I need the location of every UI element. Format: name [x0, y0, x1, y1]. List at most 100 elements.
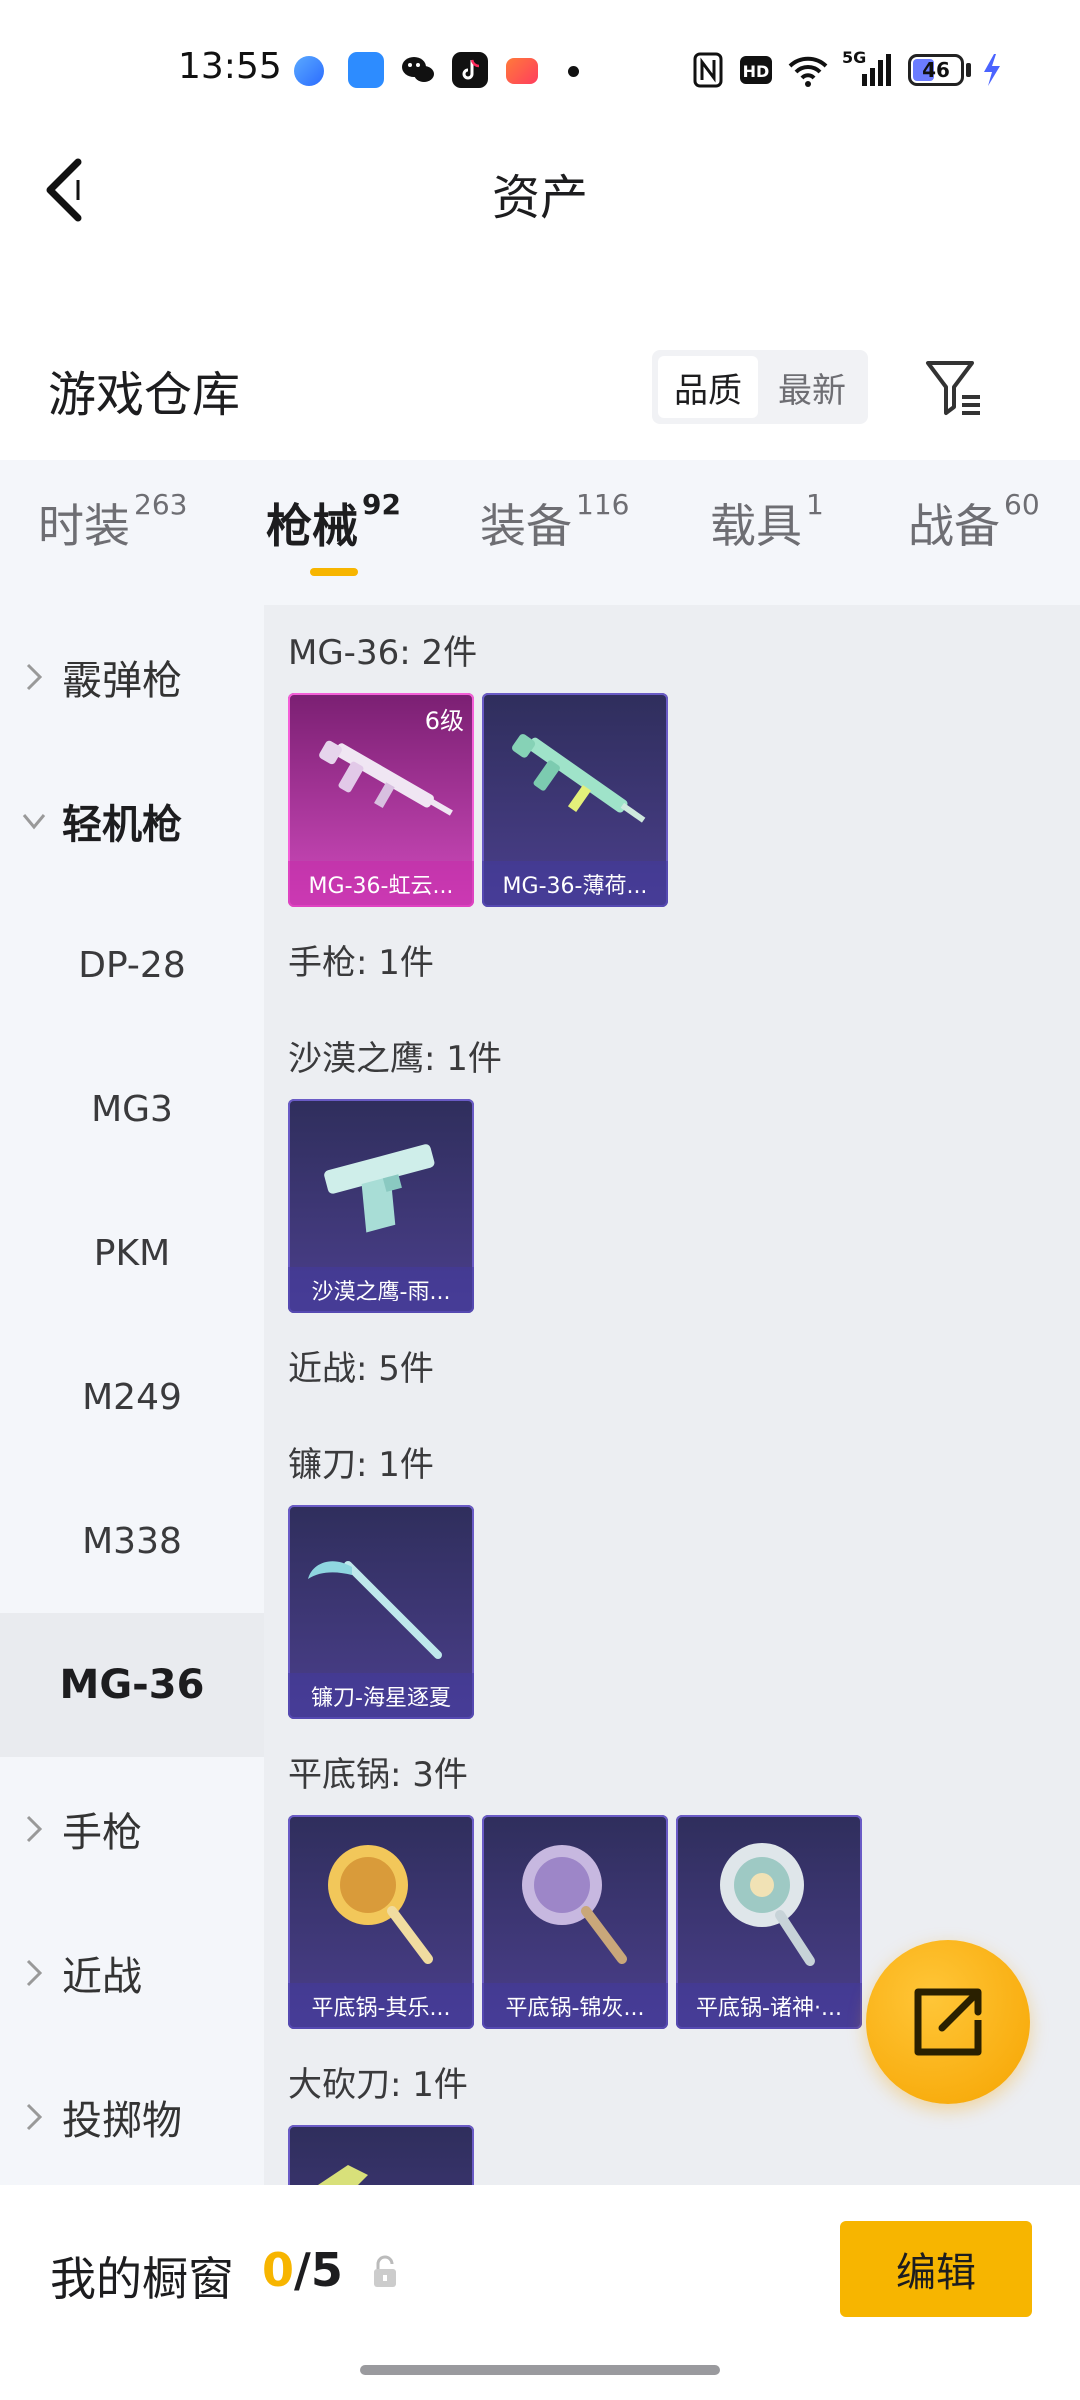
category-sidebar: 霰弹枪 轻机枪 DP-28 MG3 PKM M249 M338 MG-36 手枪…: [0, 605, 264, 2185]
sidebar-item-label: DP-28: [78, 944, 186, 986]
showcase-label: 我的橱窗: [50, 2252, 234, 2306]
battery-cap: [966, 63, 971, 77]
calendar-notification-icon: [348, 52, 384, 88]
item-card[interactable]: 镰刀-海星逐夏: [288, 1505, 474, 1719]
share-icon: [914, 1988, 982, 2056]
item-card[interactable]: 6级 MG-36-虹云...: [288, 693, 474, 907]
tab-count: 263: [134, 488, 188, 521]
chevron-right-icon: [26, 2103, 43, 2131]
sidebar-item-melee[interactable]: 近战: [0, 1901, 264, 2045]
app-notification-icon: [294, 56, 324, 86]
showcase-total: /5: [294, 2243, 343, 2297]
tab-equipment[interactable]: 装备 116: [480, 488, 630, 556]
sort-toggle: 品质 最新: [652, 350, 868, 424]
sidebar-item-mg36[interactable]: MG-36: [0, 1613, 264, 1757]
item-name: 平底锅-其乐...: [288, 1983, 474, 2029]
chevron-right-icon: [26, 1815, 43, 1843]
item-card[interactable]: 平底锅-锦灰...: [482, 1815, 668, 2029]
edit-button[interactable]: 编辑: [840, 2221, 1032, 2317]
item-card[interactable]: 平底锅-诸神·...: [676, 1815, 862, 2029]
showcase-count: 0/5: [262, 2243, 343, 2297]
tab-count: 116: [576, 488, 630, 521]
more-notifications-dot: [568, 66, 579, 77]
sidebar-item-shotgun[interactable]: 霰弹枪: [0, 605, 264, 749]
sidebar-item-label: M249: [82, 1376, 182, 1418]
item-name: 平底锅-锦灰...: [482, 1983, 668, 2029]
item-name: 镰刀-海星逐夏: [288, 1673, 474, 1719]
pan-skin-icon: [522, 1845, 627, 1964]
sidebar-item-pkm[interactable]: PKM: [0, 1181, 264, 1325]
sickle-skin-icon: [308, 1561, 442, 1659]
category-tabs: 时装 263 枪械 92 装备 116 载具 1 战备 60: [0, 460, 1080, 605]
tab-count: 60: [1004, 488, 1040, 521]
sidebar-item-label: MG-36: [59, 1662, 205, 1708]
tiktok-icon: [452, 52, 488, 88]
share-button[interactable]: [866, 1940, 1030, 2104]
item-level-badge: 6级: [424, 707, 464, 735]
tab-count: 92: [362, 488, 401, 521]
group-title: 手枪: 1件: [288, 943, 434, 983]
active-tab-indicator: [310, 568, 358, 576]
group-title: 近战: 5件: [288, 1349, 434, 1389]
tab-label: 战备: [908, 499, 1000, 553]
group-title: 镰刀: 1件: [288, 1445, 434, 1485]
tab-supplies[interactable]: 战备 60: [908, 488, 1040, 556]
item-name: 沙漠之鹰-雨...: [288, 1267, 474, 1313]
tab-label: 载具: [710, 499, 802, 553]
sidebar-item-mg3[interactable]: MG3: [0, 1037, 264, 1181]
page-title: 资产: [491, 170, 588, 226]
lmg-skin-icon: [512, 734, 646, 823]
signal-icon: 5G: [842, 48, 892, 90]
item-card[interactable]: 沙漠之鹰-雨...: [288, 1099, 474, 1313]
sidebar-item-m249[interactable]: M249: [0, 1325, 264, 1469]
home-indicator[interactable]: [360, 2365, 720, 2375]
game-notification-icon: [506, 58, 538, 84]
sidebar-item-m338[interactable]: M338: [0, 1469, 264, 1613]
filter-button[interactable]: [922, 355, 986, 419]
sidebar-item-label: 轻机枪: [62, 802, 182, 848]
item-card[interactable]: MG-36-薄荷...: [482, 693, 668, 907]
tab-fashion[interactable]: 时装 263: [38, 488, 188, 556]
sidebar-item-label: MG3: [91, 1088, 173, 1130]
group-title: MG-36: 2件: [288, 633, 478, 673]
nfc-icon: [693, 52, 723, 88]
group-title: 平底锅: 3件: [288, 1755, 468, 1795]
warehouse-title: 游戏仓库: [48, 367, 241, 423]
tab-count: 1: [806, 488, 824, 521]
item-card[interactable]: 平底锅-其乐...: [288, 1815, 474, 2029]
sidebar-item-lmg[interactable]: 轻机枪: [0, 749, 264, 893]
tab-vehicles[interactable]: 载具 1: [710, 488, 824, 556]
pistol-skin-icon: [324, 1144, 435, 1233]
wechat-icon: [400, 52, 436, 88]
sort-quality-button[interactable]: 品质: [658, 356, 758, 418]
item-card[interactable]: [288, 2125, 474, 2185]
sidebar-item-pistol[interactable]: 手枪: [0, 1757, 264, 1901]
showcase-current: 0: [262, 2243, 295, 2297]
svg-text:HD: HD: [743, 62, 770, 81]
sidebar-item-throwable[interactable]: 投掷物: [0, 2045, 264, 2189]
sort-newest-button[interactable]: 最新: [762, 356, 862, 418]
sidebar-item-dp28[interactable]: DP-28: [0, 893, 264, 1037]
tab-firearms[interactable]: 枪械 92: [266, 488, 401, 556]
sidebar-item-label: 手枪: [62, 1810, 142, 1856]
sidebar-item-label: PKM: [93, 1232, 171, 1274]
hd-icon: HD: [740, 56, 772, 84]
sidebar-item-label: M338: [82, 1520, 182, 1562]
battery-text: 46: [922, 58, 950, 82]
chevron-right-icon: [26, 1959, 43, 1987]
battery-icon: 46: [908, 54, 964, 86]
lock-icon: [374, 2255, 396, 2287]
status-bar: 13:55 HD 5G 46: [0, 0, 1080, 140]
filter-icon: [926, 361, 980, 415]
item-name: MG-36-虹云...: [288, 861, 474, 907]
item-name: MG-36-薄荷...: [482, 861, 668, 907]
pan-skin-icon: [328, 1845, 433, 1964]
group-title: 沙漠之鹰: 1件: [288, 1039, 502, 1079]
status-time: 13:55: [178, 46, 282, 87]
group-title: 大砍刀: 1件: [288, 2065, 468, 2105]
sidebar-item-label: 投掷物: [62, 2098, 182, 2144]
chevron-down-icon: [22, 814, 46, 830]
item-name: 平底锅-诸神·...: [676, 1983, 862, 2029]
wifi-icon: [788, 56, 828, 87]
machete-skin-icon: [318, 2165, 368, 2185]
